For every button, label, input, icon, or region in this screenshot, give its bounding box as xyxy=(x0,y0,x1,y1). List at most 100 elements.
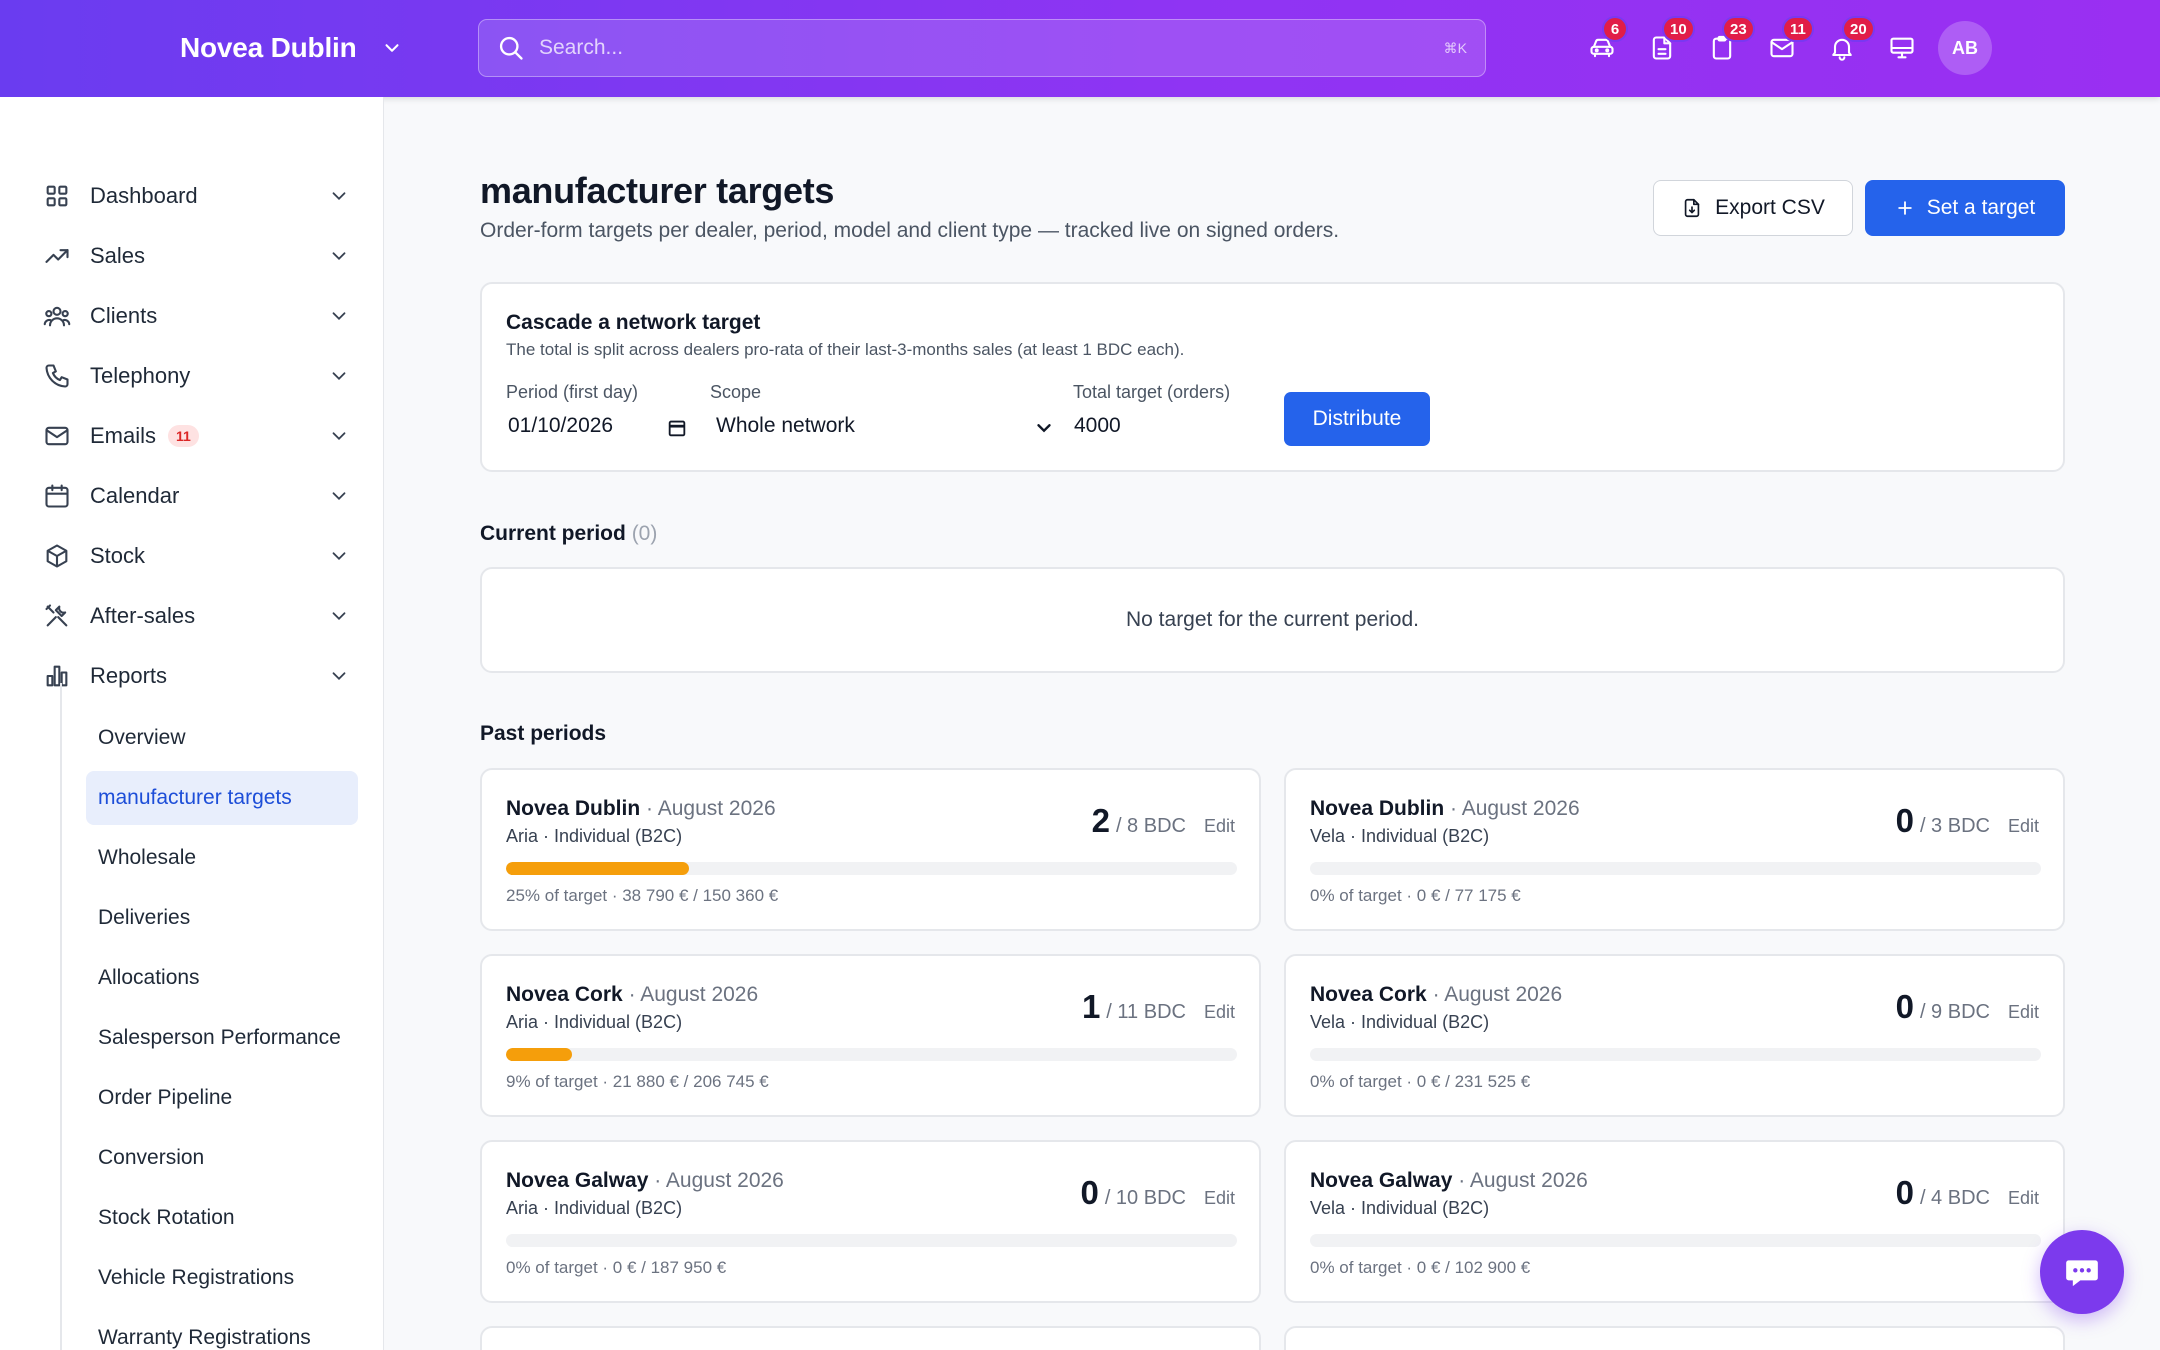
sub-item-salesperson-performance[interactable]: Salesperson Performance xyxy=(86,1011,358,1065)
car-icon[interactable]: 6 xyxy=(1572,16,1632,70)
sub-item-manufacturer-targets[interactable]: manufacturer targets xyxy=(86,771,358,825)
sidebar-item-after-sales[interactable]: After-sales xyxy=(40,591,350,641)
target-figure: 0/ 3 BDC Edit xyxy=(1896,802,2039,840)
sidebar-item-label: Emails xyxy=(90,423,157,448)
target-figure: 0/ 9 BDC Edit xyxy=(1896,988,2039,1026)
order-count: 0 xyxy=(1895,988,1914,1025)
cascade-title: Cascade a network target xyxy=(506,311,761,334)
sidebar-item-telephony[interactable]: Telephony xyxy=(40,351,350,401)
target-card xyxy=(480,1326,1261,1350)
chevron-down-icon xyxy=(332,672,346,681)
model-type: Aria · Individual (B2C) xyxy=(506,1198,683,1218)
sub-item-warranty-registrations[interactable]: Warranty Registrations xyxy=(86,1311,358,1350)
top-icons: 6 10 23 11 20 xyxy=(1572,16,1932,70)
chevron-down-icon xyxy=(332,432,346,441)
sidebar-item-emails[interactable]: Emails 11 xyxy=(40,411,350,461)
past-periods-title: Past periods xyxy=(480,722,607,745)
search-shortcut: ⌘K xyxy=(1443,39,1467,56)
target-value: / 3 BDC xyxy=(1919,815,1990,837)
sidebar-item-sales[interactable]: Sales xyxy=(40,231,350,281)
target-card-heading: Novea Galway · August 2026 xyxy=(1310,1169,1588,1193)
target-card-heading: Novea Dublin · August 2026 xyxy=(506,797,776,821)
scope-select[interactable]: Whole network xyxy=(716,414,855,438)
sidebar-item-stock[interactable]: Stock xyxy=(40,531,350,581)
mail-icon[interactable]: 11 xyxy=(1752,16,1814,70)
sub-item-wholesale[interactable]: Wholesale xyxy=(86,831,358,885)
avatar[interactable]: AB xyxy=(1938,21,1992,75)
bell-icon[interactable]: 20 xyxy=(1812,16,1875,70)
order-count: 2 xyxy=(1091,802,1110,839)
clipboard-badge: 23 xyxy=(1722,16,1755,42)
target-card: Novea Cork · August 2026 Aria · Individu… xyxy=(480,954,1261,1117)
target-footer: 0% of target · 0 € / 231 525 € xyxy=(1310,1072,1531,1091)
target-card xyxy=(1284,1326,2065,1350)
export-csv-label: Export CSV xyxy=(1715,196,1825,219)
monitor-icon[interactable] xyxy=(1872,26,1932,70)
empty-state-text: No target for the current period. xyxy=(1126,608,1419,631)
chevron-down-icon xyxy=(332,552,346,561)
sub-item-conversion[interactable]: Conversion xyxy=(86,1131,358,1185)
edit-link[interactable]: Edit xyxy=(1204,816,1235,837)
target-figure: 1/ 11 BDC Edit xyxy=(1082,988,1235,1026)
sidebar-item-label: Telephony xyxy=(90,363,191,388)
edit-link[interactable]: Edit xyxy=(2008,1188,2039,1209)
target-footer: 9% of target · 21 880 € / 206 745 € xyxy=(506,1072,769,1091)
sidebar-item-calendar[interactable]: Calendar xyxy=(40,471,350,521)
export-csv-button[interactable]: Export CSV xyxy=(1653,180,1853,236)
sub-item-order-pipeline[interactable]: Order Pipeline xyxy=(86,1071,358,1125)
target-value: / 8 BDC xyxy=(1115,815,1186,837)
search-input[interactable] xyxy=(539,36,1419,60)
target-value: / 4 BDC xyxy=(1919,1187,1990,1209)
sidebar: Dashboard Sales Clients Telephony Emails… xyxy=(0,97,384,1350)
target-footer: 0% of target · 0 € / 77 175 € xyxy=(1310,886,1521,905)
dealer-name: Novea Dublin xyxy=(1310,797,1445,820)
sub-item-allocations[interactable]: Allocations xyxy=(86,951,358,1005)
plus-icon xyxy=(1897,201,1912,215)
dealer-switcher[interactable]: Novea Dublin xyxy=(180,28,403,68)
target-value: / 10 BDC xyxy=(1104,1187,1186,1209)
sidebar-item-reports[interactable]: Reports xyxy=(40,651,350,701)
period-input[interactable]: 01/10/2026 xyxy=(508,414,613,438)
edit-link[interactable]: Edit xyxy=(2008,816,2039,837)
clipboard-icon[interactable]: 23 xyxy=(1692,16,1755,70)
chevron-down-icon xyxy=(385,44,399,52)
sidebar-item-label: Reports xyxy=(90,663,168,688)
target-card-heading: Novea Dublin · August 2026 xyxy=(1310,797,1580,821)
tools-icon xyxy=(40,599,74,633)
current-period-heading: Current period (0) xyxy=(480,522,657,546)
sub-item-overview[interactable]: Overview xyxy=(86,711,358,765)
edit-link[interactable]: Edit xyxy=(2008,1002,2039,1023)
subnav-line xyxy=(60,683,62,1350)
period-label: · August 2026 xyxy=(628,983,759,1006)
sub-item-deliveries[interactable]: Deliveries xyxy=(86,891,358,945)
target-card-heading: Novea Cork · August 2026 xyxy=(1310,983,1562,1007)
grid-icon xyxy=(40,179,74,213)
car-badge: 6 xyxy=(1602,16,1628,42)
current-period-title: Current period xyxy=(480,522,626,545)
document-icon[interactable]: 10 xyxy=(1632,16,1695,70)
sidebar-item-label: Stock xyxy=(90,543,146,568)
sidebar-item-dashboard[interactable]: Dashboard xyxy=(40,171,350,221)
total-target-input[interactable]: 4000 xyxy=(1074,414,1121,438)
edit-link[interactable]: Edit xyxy=(1204,1002,1235,1023)
sub-item-stock-rotation[interactable]: Stock Rotation xyxy=(86,1191,358,1245)
search-icon xyxy=(499,36,523,60)
set-target-button[interactable]: Set a target xyxy=(1865,180,2065,236)
chat-button[interactable] xyxy=(2040,1230,2124,1314)
page-title: manufacturer targets xyxy=(480,170,835,211)
period-label: · August 2026 xyxy=(646,797,776,820)
sub-item-vehicle-registrations[interactable]: Vehicle Registrations xyxy=(86,1251,358,1305)
top-bar: Novea Dublin ⌘K 6 10 23 11 20 AB xyxy=(0,0,2160,97)
sidebar-item-clients[interactable]: Clients xyxy=(40,291,350,341)
cascade-card: Cascade a network target The total is sp… xyxy=(480,282,2065,472)
dealer-name: Novea Dublin xyxy=(180,32,357,63)
calendar-icon[interactable] xyxy=(666,417,688,439)
edit-link[interactable]: Edit xyxy=(1204,1188,1235,1209)
chat-icon xyxy=(2066,1260,2098,1287)
chart-icon xyxy=(40,659,74,693)
dealer-name: Novea Dublin xyxy=(506,797,641,820)
target-footer: 0% of target · 0 € / 102 900 € xyxy=(1310,1258,1531,1277)
search-box[interactable]: ⌘K xyxy=(478,19,1486,77)
model-type: Vela · Individual (B2C) xyxy=(1310,1012,1490,1032)
distribute-button[interactable]: Distribute xyxy=(1284,392,1430,446)
